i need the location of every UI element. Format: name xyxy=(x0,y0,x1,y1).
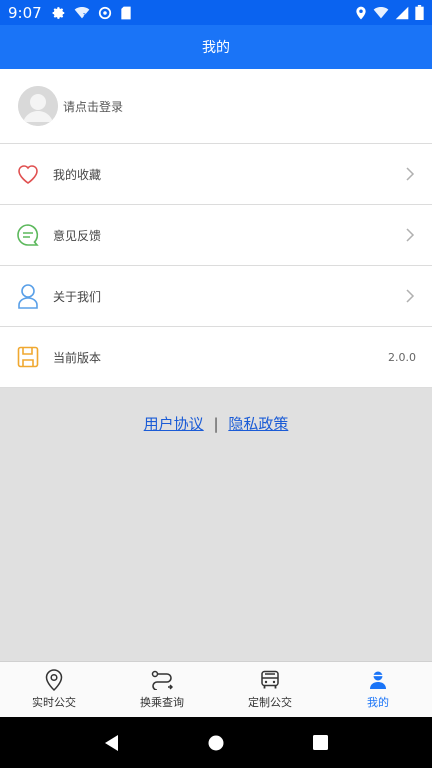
link-separator: | xyxy=(213,415,219,433)
route-icon xyxy=(151,669,173,691)
tab-label: 实时公交 xyxy=(32,696,76,709)
tab-label: 换乘查询 xyxy=(140,696,184,709)
chevron-right-icon xyxy=(406,167,415,181)
signal-icon xyxy=(395,6,409,19)
chevron-right-icon xyxy=(406,228,415,242)
menu-item-favorites[interactable]: 我的收藏 xyxy=(0,144,432,205)
menu-label: 我的收藏 xyxy=(53,167,102,182)
location-status-icon xyxy=(356,6,366,19)
menu-label: 关于我们 xyxy=(53,289,102,304)
heart-icon xyxy=(16,162,40,186)
bus-icon xyxy=(259,669,281,691)
floppy-disk-icon xyxy=(16,345,40,369)
tab-mine[interactable]: 我的 xyxy=(324,662,432,717)
tab-transfer-query[interactable]: 换乘查询 xyxy=(108,662,216,717)
version-value: 2.0.0 xyxy=(388,350,416,364)
status-time: 9:07 xyxy=(8,3,42,22)
header: 我的 xyxy=(0,25,432,69)
tab-realtime-bus[interactable]: 实时公交 xyxy=(0,662,108,717)
recents-icon[interactable] xyxy=(312,735,328,750)
privacy-policy-link[interactable]: 隐私政策 xyxy=(228,415,288,433)
bottom-tab-bar: 实时公交 换乘查询 定制公交 我的 xyxy=(0,661,432,717)
wifi-question-icon: ? xyxy=(74,6,90,19)
back-icon[interactable] xyxy=(104,734,120,752)
main-content: 请点击登录 我的收藏 意见反馈 关于我们 当前版本 2.0.0 xyxy=(0,69,432,388)
battery-icon xyxy=(415,5,424,20)
svg-text:?: ? xyxy=(82,12,85,19)
home-icon[interactable] xyxy=(208,735,224,751)
menu-label: 意见反馈 xyxy=(53,228,102,243)
chat-bubble-icon xyxy=(16,223,40,247)
location-pin-icon xyxy=(43,669,65,691)
system-nav-bar xyxy=(0,717,432,768)
avatar[interactable] xyxy=(18,86,58,126)
tab-label: 我的 xyxy=(367,696,389,709)
login-row[interactable]: 请点击登录 xyxy=(0,69,432,144)
tab-label: 定制公交 xyxy=(248,696,292,709)
menu-item-feedback[interactable]: 意见反馈 xyxy=(0,205,432,266)
menu-item-about[interactable]: 关于我们 xyxy=(0,266,432,327)
menu-item-version[interactable]: 当前版本 2.0.0 xyxy=(0,327,432,388)
menu-label: 当前版本 xyxy=(53,350,102,365)
sd-card-icon xyxy=(121,6,131,19)
person-icon xyxy=(16,284,40,309)
status-bar: 9:07 ? xyxy=(0,0,432,25)
user-icon xyxy=(367,669,389,691)
legal-links: 用户协议 | 隐私政策 xyxy=(0,413,432,434)
login-prompt[interactable]: 请点击登录 xyxy=(63,98,123,115)
settings-gear-icon xyxy=(52,6,64,19)
data-saver-icon xyxy=(98,6,111,19)
tab-custom-bus[interactable]: 定制公交 xyxy=(216,662,324,717)
chevron-right-icon xyxy=(406,289,415,303)
wifi-off-icon xyxy=(373,6,389,18)
default-avatar-icon xyxy=(18,86,58,126)
user-agreement-link[interactable]: 用户协议 xyxy=(144,415,204,433)
page-title: 我的 xyxy=(202,40,230,56)
